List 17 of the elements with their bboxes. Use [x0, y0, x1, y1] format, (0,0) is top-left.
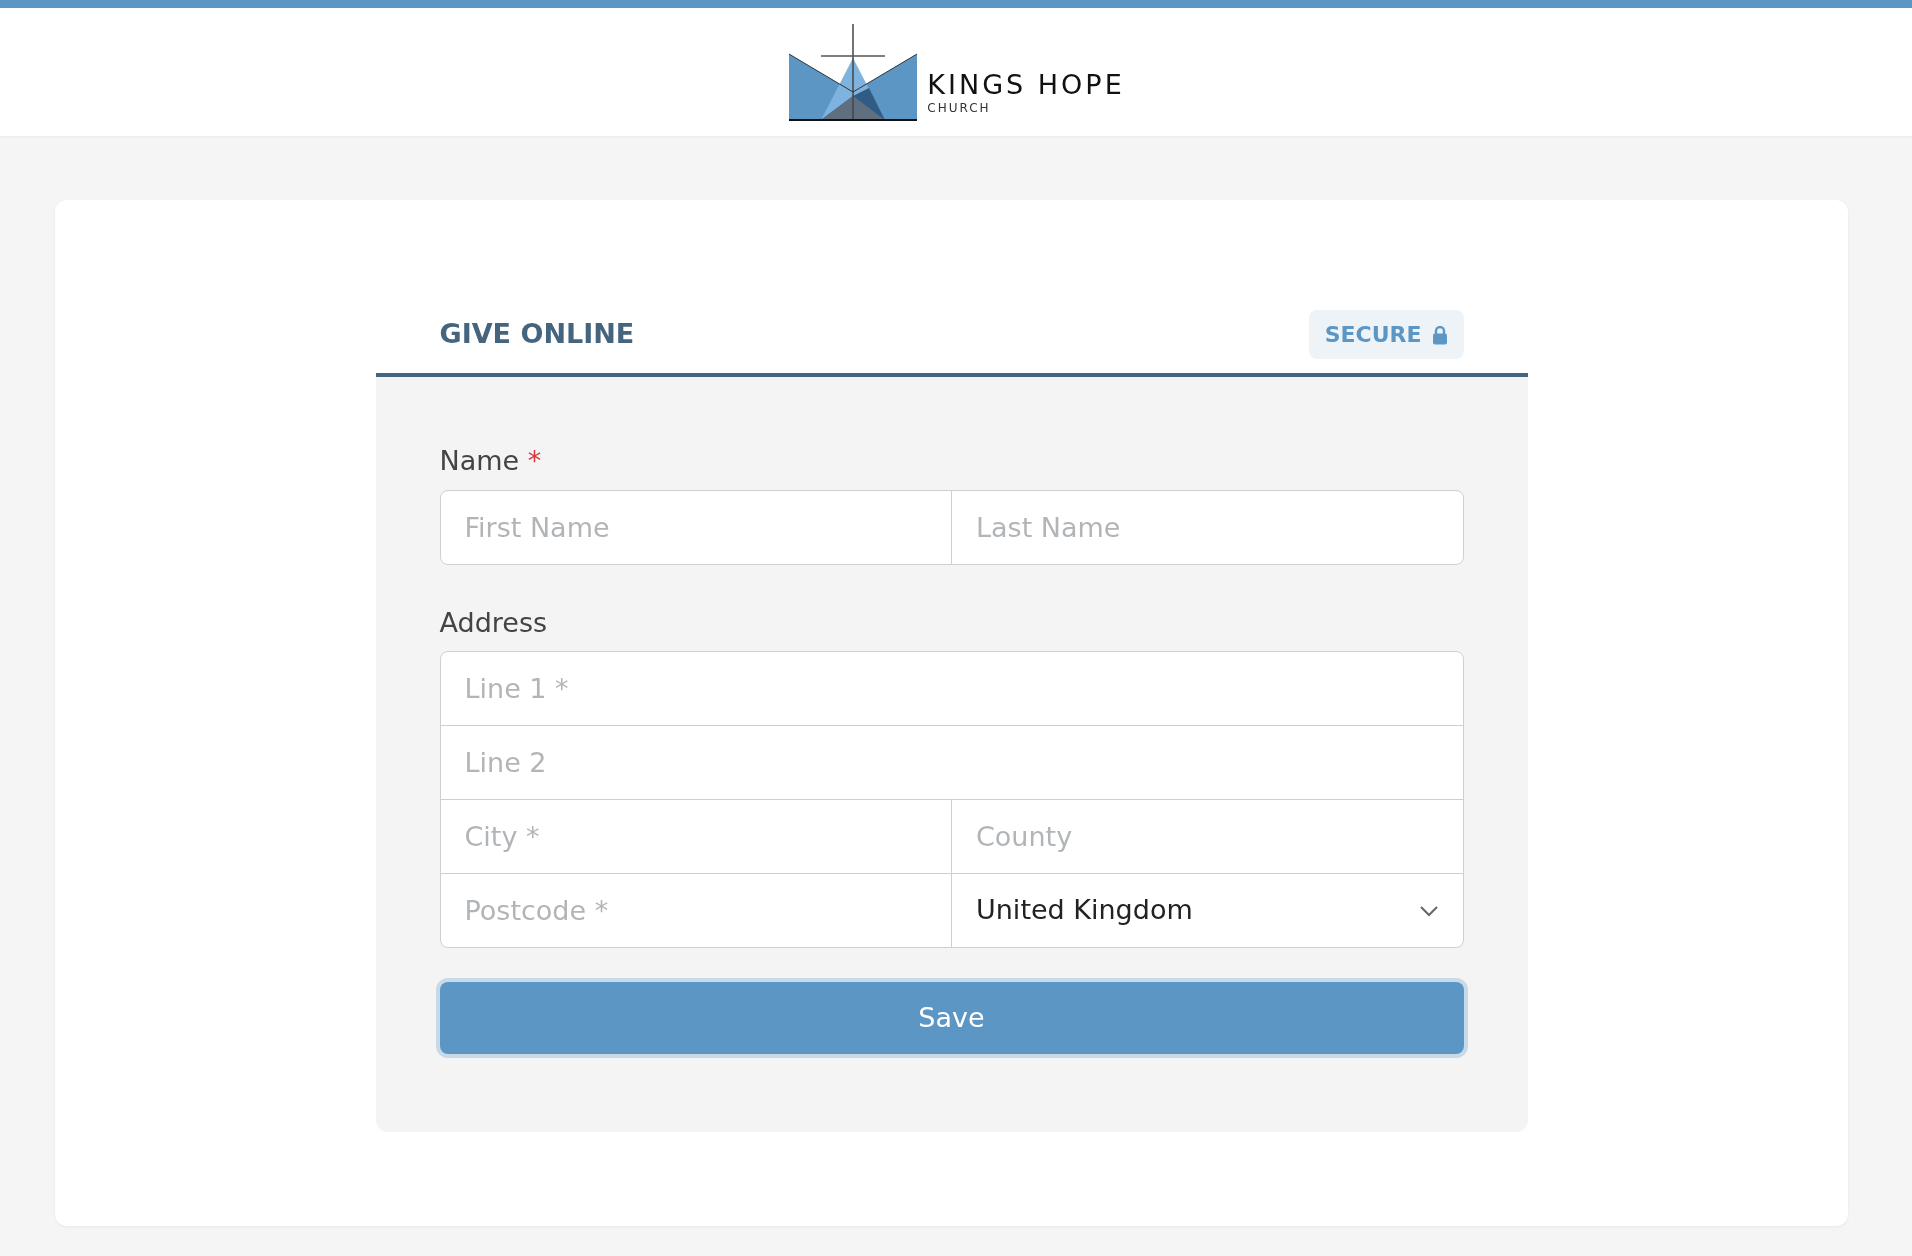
logo-subtitle: CHURCH [927, 102, 992, 114]
crown-cross-icon [787, 22, 920, 122]
lock-icon [1431, 324, 1448, 345]
field-label: Name * [439, 444, 543, 478]
input-field[interactable]: Line 1 * [439, 651, 1464, 726]
chevron-down-icon [1418, 904, 1439, 917]
country-select[interactable]: United Kingdom [951, 873, 1464, 948]
logo-title: KINGS HOPE [927, 71, 1125, 98]
input-field[interactable]: First Name [439, 489, 952, 565]
field-label: Address [439, 605, 549, 640]
input-field[interactable]: City * [439, 799, 952, 874]
secure-badge: SECURE [1308, 310, 1464, 359]
input-field[interactable]: Postcode * [439, 873, 952, 948]
input-field[interactable]: Line 2 [439, 725, 1464, 800]
form-title: GIVE ONLINE [439, 317, 635, 352]
input-field[interactable]: Last Name [951, 489, 1464, 565]
input-field[interactable]: County [951, 799, 1464, 874]
